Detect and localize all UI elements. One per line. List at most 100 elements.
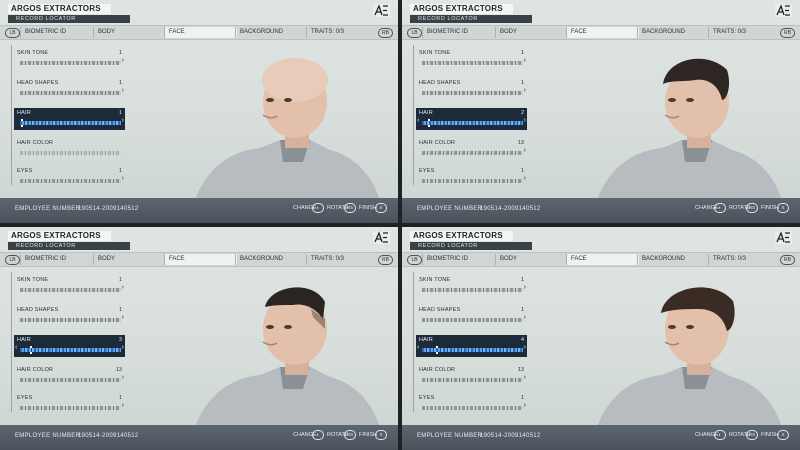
slider-track[interactable]: [20, 288, 121, 292]
slider-track[interactable]: [20, 348, 121, 352]
hair-row[interactable]: HAIR 4 ‹ ›: [416, 335, 527, 357]
tab-biometric-id[interactable]: BIOMETRIC ID: [422, 254, 497, 265]
hair-row[interactable]: HAIR 1 ›: [14, 108, 125, 130]
slider-track[interactable]: [422, 318, 523, 322]
eyes-row[interactable]: EYES 1 ›: [416, 393, 527, 415]
rb-button[interactable]: RB: [378, 255, 393, 265]
chevron-right-icon[interactable]: ›: [122, 344, 124, 351]
slider-track[interactable]: [422, 91, 523, 95]
lb-button[interactable]: LB: [5, 28, 20, 38]
chevron-right-icon[interactable]: ›: [524, 57, 526, 64]
tab-face[interactable]: FACE: [164, 254, 237, 265]
finish-key[interactable]: X: [375, 203, 387, 213]
chevron-right-icon[interactable]: ›: [524, 117, 526, 124]
chevron-left-icon[interactable]: ‹: [417, 344, 419, 351]
rotate-key[interactable]: RS: [746, 430, 758, 440]
hair-row[interactable]: HAIR 3 ‹ ›: [14, 335, 125, 357]
tab-face[interactable]: FACE: [566, 27, 639, 38]
eyes-row[interactable]: EYES 1 ›: [14, 393, 125, 415]
rb-button[interactable]: RB: [780, 28, 795, 38]
chevron-right-icon[interactable]: ›: [122, 402, 124, 409]
slider-track[interactable]: [422, 348, 523, 352]
finish-key[interactable]: X: [777, 430, 789, 440]
tab-biometric-id[interactable]: BIOMETRIC ID: [20, 27, 95, 38]
hair-color-row[interactable]: HAIR COLOR: [14, 138, 125, 160]
head-shapes-row[interactable]: HEAD SHAPES 1 ›: [14, 305, 125, 327]
slider-track[interactable]: [422, 121, 523, 125]
slider-track[interactable]: [422, 179, 523, 183]
tab-body[interactable]: BODY: [93, 27, 166, 38]
chevron-right-icon[interactable]: ›: [524, 344, 526, 351]
slider-track[interactable]: [20, 61, 121, 65]
rotate-key[interactable]: RS: [746, 203, 758, 213]
lb-button[interactable]: LB: [407, 255, 422, 265]
change-key-icon[interactable]: ◐: [312, 430, 324, 440]
hair-color-row[interactable]: HAIR COLOR 13 ›: [416, 365, 527, 387]
change-key-icon[interactable]: ◐: [714, 430, 726, 440]
skin-tone-row[interactable]: SKIN TONE 1 ›: [416, 48, 527, 70]
skin-tone-row[interactable]: SKIN TONE 1 ›: [14, 48, 125, 70]
slider-track[interactable]: [422, 288, 523, 292]
rb-button[interactable]: RB: [378, 28, 393, 38]
hair-color-row[interactable]: HAIR COLOR 13 ›: [14, 365, 125, 387]
head-shapes-row[interactable]: HEAD SHAPES 1 ›: [416, 305, 527, 327]
chevron-right-icon[interactable]: ›: [122, 117, 124, 124]
chevron-right-icon[interactable]: ›: [524, 87, 526, 94]
hair-color-row[interactable]: HAIR COLOR 13 ›: [416, 138, 527, 160]
tab-traits[interactable]: TRAITS: 0/3: [306, 27, 373, 38]
tab-background[interactable]: BACKGROUND: [235, 254, 308, 265]
chevron-right-icon[interactable]: ›: [122, 314, 124, 321]
rotate-key[interactable]: RS: [344, 430, 356, 440]
chevron-right-icon[interactable]: ›: [122, 175, 124, 182]
slider-track[interactable]: [20, 121, 121, 125]
tab-body[interactable]: BODY: [495, 254, 568, 265]
tab-traits[interactable]: TRAITS: 0/3: [306, 254, 373, 265]
chevron-right-icon[interactable]: ›: [524, 314, 526, 321]
chevron-left-icon[interactable]: ‹: [15, 344, 17, 351]
chevron-right-icon[interactable]: ›: [122, 87, 124, 94]
hair-row[interactable]: HAIR 2 ‹ ›: [416, 108, 527, 130]
skin-tone-row[interactable]: SKIN TONE 1 ›: [14, 275, 125, 297]
slider-track[interactable]: [20, 406, 121, 410]
tab-face[interactable]: FACE: [566, 254, 639, 265]
chevron-left-icon[interactable]: ‹: [417, 117, 419, 124]
chevron-right-icon[interactable]: ›: [122, 284, 124, 291]
eyes-row[interactable]: EYES 1 ›: [416, 166, 527, 188]
tab-traits[interactable]: TRAITS: 0/3: [708, 27, 775, 38]
tab-face[interactable]: FACE: [164, 27, 237, 38]
skin-tone-row[interactable]: SKIN TONE 1 ›: [416, 275, 527, 297]
tab-biometric-id[interactable]: BIOMETRIC ID: [422, 27, 497, 38]
chevron-right-icon[interactable]: ›: [524, 402, 526, 409]
slider-track[interactable]: [422, 406, 523, 410]
tab-background[interactable]: BACKGROUND: [235, 27, 308, 38]
tab-background[interactable]: BACKGROUND: [637, 254, 710, 265]
chevron-right-icon[interactable]: ›: [524, 175, 526, 182]
chevron-right-icon[interactable]: ›: [122, 374, 124, 381]
change-key-icon[interactable]: ◐: [312, 203, 324, 213]
chevron-right-icon[interactable]: ›: [122, 57, 124, 64]
change-key-icon[interactable]: ◐: [714, 203, 726, 213]
rotate-key[interactable]: RS: [344, 203, 356, 213]
rb-button[interactable]: RB: [780, 255, 795, 265]
slider-track[interactable]: [20, 179, 121, 183]
tab-body[interactable]: BODY: [93, 254, 166, 265]
slider-track[interactable]: [20, 151, 121, 155]
slider-track[interactable]: [20, 318, 121, 322]
chevron-right-icon[interactable]: ›: [524, 374, 526, 381]
slider-track[interactable]: [422, 378, 523, 382]
tab-biometric-id[interactable]: BIOMETRIC ID: [20, 254, 95, 265]
lb-button[interactable]: LB: [5, 255, 20, 265]
lb-button[interactable]: LB: [407, 28, 422, 38]
chevron-right-icon[interactable]: ›: [524, 147, 526, 154]
slider-track[interactable]: [422, 151, 523, 155]
finish-key[interactable]: X: [375, 430, 387, 440]
finish-key[interactable]: X: [777, 203, 789, 213]
chevron-right-icon[interactable]: ›: [524, 284, 526, 291]
slider-track[interactable]: [422, 61, 523, 65]
tab-body[interactable]: BODY: [495, 27, 568, 38]
slider-track[interactable]: [20, 378, 121, 382]
head-shapes-row[interactable]: HEAD SHAPES 1 ›: [416, 78, 527, 100]
tab-background[interactable]: BACKGROUND: [637, 27, 710, 38]
head-shapes-row[interactable]: HEAD SHAPES 1 ›: [14, 78, 125, 100]
tab-traits[interactable]: TRAITS: 0/3: [708, 254, 775, 265]
